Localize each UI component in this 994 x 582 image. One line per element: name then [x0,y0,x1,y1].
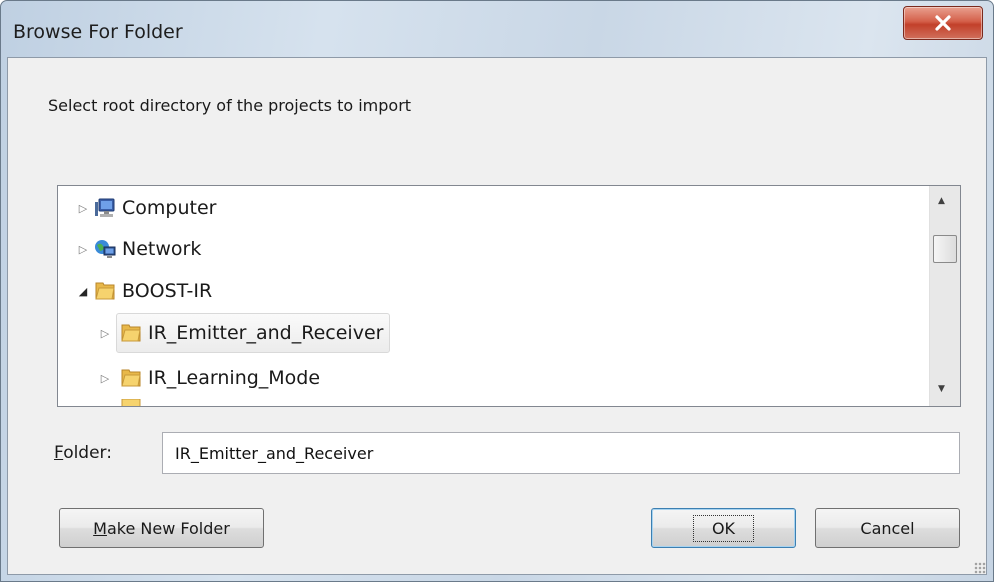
tree-item-computer[interactable]: ▷ Computer [76,191,222,225]
folder-field-label: Folder: [54,443,112,463]
expand-arrow-icon[interactable]: ▷ [98,327,112,340]
resize-grip-icon[interactable] [974,562,986,574]
network-icon [95,240,116,258]
tree-item-label: Computer [122,197,217,219]
ok-button[interactable]: OK [651,508,796,548]
tree-item-ir-learning-mode[interactable]: ▷ IR_Learning_Mode [98,361,326,395]
folder-tree[interactable]: ▷ Computer ▷ Network ◢ BOOST-IR ▷ IR_Emi… [57,185,961,407]
window-title: Browse For Folder [13,21,183,43]
folder-icon [121,324,141,342]
tree-item-label: BOOST-IR [122,280,213,302]
make-new-folder-button[interactable]: Make New Folder [59,508,264,548]
folder-icon [121,369,141,387]
scroll-down-icon[interactable]: ▼ [938,384,945,394]
close-button[interactable] [903,6,983,40]
expand-arrow-icon[interactable]: ▷ [76,243,90,256]
ok-button-label: OK [692,514,755,542]
cancel-button[interactable]: Cancel [815,508,960,548]
scrollbar-thumb[interactable] [933,235,957,263]
cancel-button-label: Cancel [860,518,915,538]
tree-item-label: IR_Learning_Mode [148,367,321,389]
close-icon [935,15,951,31]
expand-arrow-icon[interactable]: ▷ [76,202,90,215]
folder-icon [121,399,141,406]
computer-icon [95,198,115,217]
expand-arrow-icon[interactable]: ▷ [98,372,112,385]
folder-icon [95,282,115,300]
scroll-up-icon[interactable]: ▲ [938,196,945,206]
selection-highlight: IR_Emitter_and_Receiver [116,313,391,353]
collapse-arrow-icon[interactable]: ◢ [76,285,90,298]
prompt-text: Select root directory of the projects to… [48,96,412,115]
tree-item-label: Network [122,238,202,260]
tree-item-ir-emitter-and-receiver[interactable]: ▷ IR_Emitter_and_Receiver [98,313,391,353]
tree-item-label: IR_Emitter_and_Receiver [148,322,384,344]
folder-input[interactable] [162,432,960,474]
tree-item-boost-ir[interactable]: ◢ BOOST-IR [76,274,218,308]
tree-item-network[interactable]: ▷ Network [76,232,207,266]
tree-scrollbar[interactable]: ▲ ▼ [929,186,960,406]
